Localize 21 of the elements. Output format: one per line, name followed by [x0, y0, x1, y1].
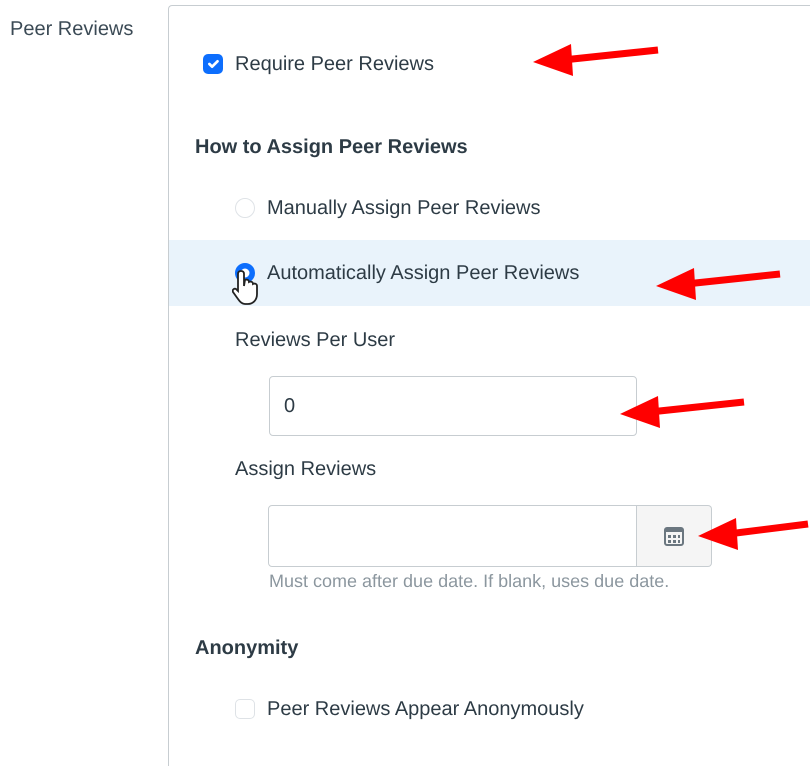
- arrow-icon: [533, 44, 658, 76]
- arrow-icon: [656, 268, 780, 300]
- arrow-icon: [620, 396, 744, 428]
- require-checkbox[interactable]: [203, 54, 223, 74]
- radio-label: Automatically Assign Peer Reviews: [267, 261, 580, 286]
- calendar-icon: [663, 525, 685, 547]
- arrow-icon: [698, 518, 808, 550]
- radio-label: Manually Assign Peer Reviews: [267, 196, 540, 221]
- help-text: Must come after due date. If blank, uses due date.: [269, 570, 670, 592]
- field-label: Reviews Per User: [234, 328, 396, 353]
- calendar-button[interactable]: [637, 505, 712, 567]
- section-heading: How to Assign Peer Reviews: [194, 135, 469, 160]
- anonymous-checkbox[interactable]: [235, 699, 255, 719]
- input-field[interactable]: 0: [269, 376, 637, 436]
- section-label: Peer Reviews: [10, 17, 134, 42]
- date-field[interactable]: [268, 505, 637, 567]
- field-label: Assign Reviews: [234, 457, 378, 482]
- section-heading: Anonymity: [194, 636, 300, 661]
- checkbox-label: Peer Reviews Appear Anonymously: [267, 697, 584, 722]
- checkbox-label: Require Peer Reviews: [235, 52, 434, 77]
- hand-cursor-icon: [232, 270, 258, 305]
